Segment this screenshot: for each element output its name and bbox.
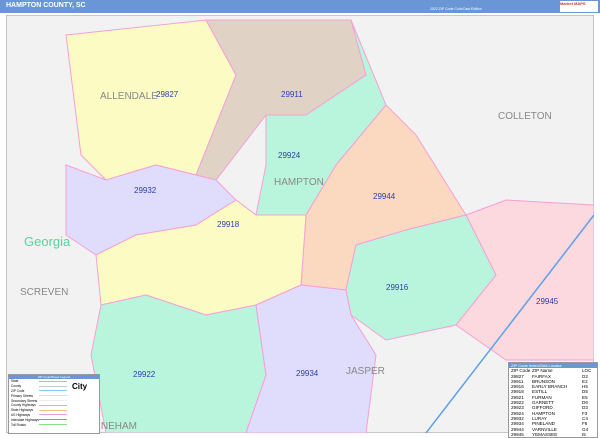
legend-label: State Highways	[11, 408, 34, 413]
header-bar: HAMPTON COUNTY, SC 2022 ZIP Code ColorCa…	[0, 0, 600, 13]
legend-label: County Highways	[11, 403, 36, 408]
zip-label: 29827	[156, 90, 179, 99]
legend-swatch	[39, 409, 67, 411]
edition-label: 2022 ZIP Code ColorCast Edition	[430, 7, 482, 11]
zip-label: 29945	[536, 297, 559, 306]
county-label: JASPER	[346, 366, 385, 377]
legend-swatch	[39, 385, 67, 387]
zip-label: 29924	[278, 151, 301, 160]
zip-label: 29918	[217, 220, 240, 229]
county-label: SCREVEN	[20, 287, 68, 298]
zip-label: 29922	[133, 370, 156, 379]
legend-swatch	[39, 414, 67, 416]
zip-label: 29944	[373, 192, 396, 201]
legend-swatch	[39, 404, 67, 406]
table-cell: 29945	[511, 431, 524, 437]
zip-index-table: ZIP Code Index/Grid Locator ZIP Code ZIP …	[508, 362, 598, 438]
table-cell: YEMASSEE	[532, 431, 558, 437]
map-canvas[interactable]: 29827 29911 29924 29944 29932 29918 2991…	[6, 15, 594, 433]
legend-swatch	[39, 400, 67, 402]
zip-label: 29911	[281, 90, 303, 99]
legend-label: Secondary Streets	[11, 398, 38, 403]
zip-label: 29932	[134, 186, 157, 195]
county-label: ALLENDALE	[100, 91, 158, 102]
table-row: 29945 YEMASSEE I5	[509, 432, 597, 437]
logo: Market MAPS	[560, 1, 598, 12]
county-label: COLLETON	[498, 111, 552, 122]
state-label: Georgia	[24, 234, 71, 249]
legend-label: State	[11, 379, 19, 384]
zip-region-29922[interactable]	[90, 294, 267, 433]
legend-swatch	[39, 424, 67, 426]
legend-label: US Highways	[11, 412, 31, 417]
county-label: HAMPTON	[274, 177, 324, 188]
legend-label: Toll Roads	[11, 422, 26, 427]
city-sample: City	[72, 382, 88, 391]
page-title: HAMPTON COUNTY, SC	[6, 2, 86, 9]
legend-label: County	[11, 384, 22, 389]
map-legend: ZIP Code/Street Legend State County ZIP Co…	[8, 374, 100, 434]
legend-swatch	[39, 380, 67, 382]
legend-label: Primary Streets	[11, 393, 33, 398]
legend-item: Toll Roads	[9, 422, 69, 427]
legend-label: ZIP Code	[11, 388, 25, 393]
table-cell: I5	[582, 431, 586, 437]
legend-swatch	[39, 390, 67, 392]
legend-swatch	[39, 419, 67, 421]
legend-label: Interstate Highways	[11, 417, 39, 422]
legend-swatch	[39, 395, 67, 397]
zip-label: 29916	[386, 283, 409, 292]
zip-label: 29934	[296, 369, 319, 378]
